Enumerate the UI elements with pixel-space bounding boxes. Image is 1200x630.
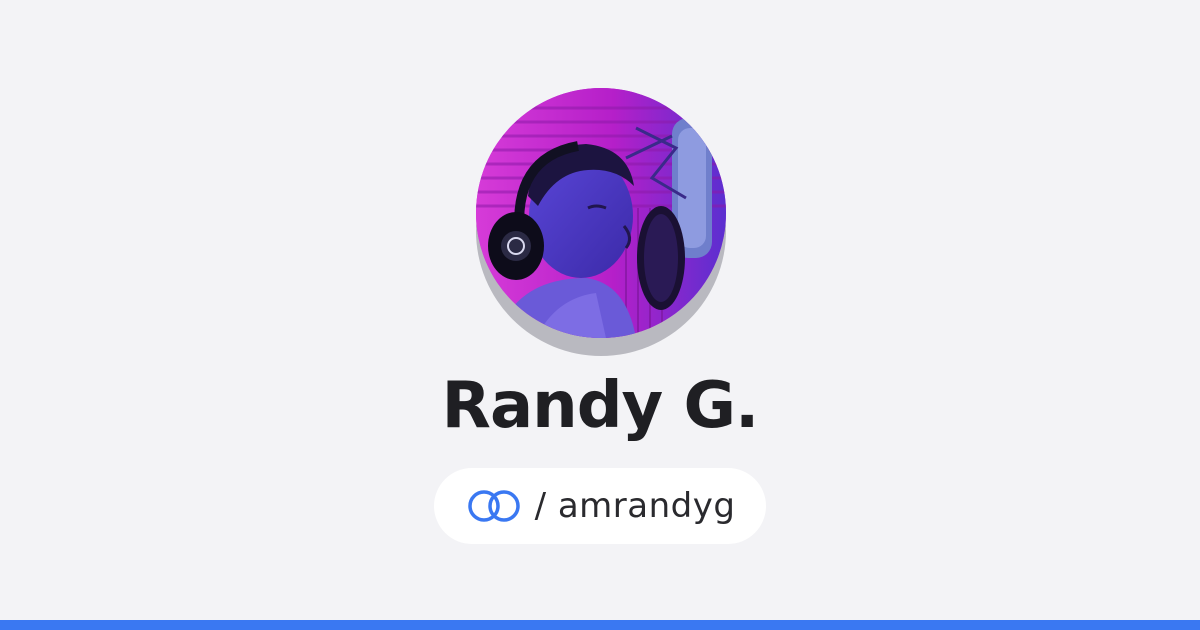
profile-name: Randy G. — [441, 369, 760, 443]
avatar-container — [476, 88, 726, 358]
profile-card: Randy G. / amrandyg — [0, 0, 1200, 630]
profile-photo — [476, 88, 726, 338]
avatar[interactable] — [476, 88, 726, 338]
handle-link[interactable]: / amrandyg — [434, 468, 766, 544]
handle-text: / amrandyg — [534, 486, 736, 526]
linked-rings-icon — [467, 490, 520, 522]
accent-bar — [0, 620, 1200, 630]
